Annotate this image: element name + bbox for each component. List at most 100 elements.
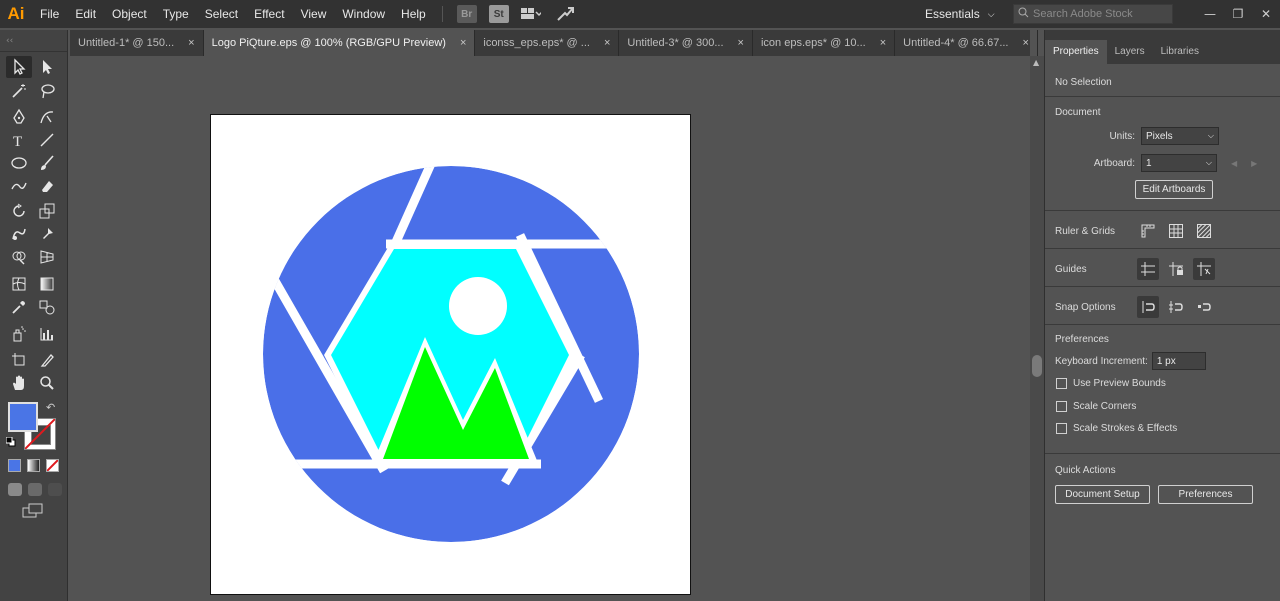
puppet-warp-tool-icon[interactable] bbox=[34, 223, 60, 245]
scroll-up-icon[interactable]: ▲ bbox=[1033, 58, 1039, 67]
document-setup-button[interactable]: Document Setup bbox=[1055, 485, 1150, 504]
eraser-tool-icon[interactable] bbox=[34, 175, 60, 197]
tab-icon-eps[interactable]: icon eps.eps* @ 10... × bbox=[753, 30, 896, 56]
canvas-area[interactable] bbox=[70, 56, 1030, 601]
scale-tool-icon[interactable] bbox=[34, 200, 60, 222]
units-select[interactable]: Pixels ⌵ bbox=[1141, 127, 1219, 145]
menu-object[interactable]: Object bbox=[104, 0, 155, 28]
color-mode-icon[interactable] bbox=[8, 459, 21, 472]
draw-normal-icon[interactable] bbox=[8, 483, 22, 496]
show-guides-icon[interactable] bbox=[1137, 258, 1159, 280]
artboard-tool-icon[interactable] bbox=[6, 349, 32, 371]
tab-libraries[interactable]: Libraries bbox=[1153, 40, 1207, 64]
curvature-tool-icon[interactable] bbox=[34, 106, 60, 128]
draw-behind-icon[interactable] bbox=[28, 483, 42, 496]
menu-effect[interactable]: Effect bbox=[246, 0, 292, 28]
zoom-tool-icon[interactable] bbox=[34, 372, 60, 394]
menu-select[interactable]: Select bbox=[197, 0, 246, 28]
tab-logo-piqture[interactable]: Logo PiQture.eps @ 100% (RGB/GPU Preview… bbox=[203, 30, 476, 56]
shaper-tool-icon[interactable] bbox=[6, 175, 32, 197]
close-icon[interactable]: × bbox=[738, 37, 744, 49]
tool-row bbox=[6, 296, 64, 318]
snap-to-point-icon[interactable] bbox=[1137, 296, 1159, 318]
next-artboard-icon[interactable]: ▶ bbox=[1251, 159, 1257, 168]
close-icon[interactable]: × bbox=[188, 37, 194, 49]
magic-wand-tool-icon[interactable] bbox=[6, 80, 32, 102]
preferences-button[interactable]: Preferences bbox=[1158, 485, 1253, 504]
stroke-swatch[interactable] bbox=[24, 418, 56, 450]
change-screen-mode-icon[interactable] bbox=[22, 503, 44, 519]
menu-file[interactable]: File bbox=[32, 0, 67, 28]
menu-edit[interactable]: Edit bbox=[67, 0, 104, 28]
gpu-performance-icon[interactable] bbox=[555, 5, 575, 23]
gradient-mode-icon[interactable] bbox=[27, 459, 40, 472]
menu-help[interactable]: Help bbox=[393, 0, 434, 28]
keyboard-increment-input[interactable]: 1 px bbox=[1151, 352, 1206, 370]
shape-builder-tool-icon[interactable] bbox=[6, 246, 32, 268]
menu-window[interactable]: Window bbox=[334, 0, 393, 28]
use-preview-bounds-checkbox[interactable] bbox=[1056, 378, 1067, 389]
symbol-sprayer-tool-icon[interactable] bbox=[6, 323, 32, 345]
grid-icon[interactable] bbox=[1165, 220, 1187, 242]
eyedropper-tool-icon[interactable] bbox=[6, 296, 32, 318]
close-icon[interactable]: × bbox=[460, 37, 466, 49]
tab-untitled-3[interactable]: Untitled-3* @ 300... × bbox=[619, 30, 753, 56]
tab-iconss-eps[interactable]: iconss_eps.eps* @ ... × bbox=[475, 30, 620, 56]
menu-view[interactable]: View bbox=[293, 0, 335, 28]
selection-tool-icon[interactable] bbox=[6, 56, 32, 78]
line-segment-tool-icon[interactable] bbox=[34, 129, 60, 151]
artboard[interactable] bbox=[210, 114, 691, 595]
tab-layers[interactable]: Layers bbox=[1107, 40, 1153, 64]
transparency-grid-icon[interactable] bbox=[1193, 220, 1215, 242]
close-icon[interactable]: ✕ bbox=[1252, 7, 1280, 21]
perspective-grid-tool-icon[interactable] bbox=[34, 246, 60, 268]
minimize-icon[interactable]: — bbox=[1196, 7, 1224, 21]
tab-untitled-4[interactable]: Untitled-4* @ 66.67... × bbox=[895, 30, 1038, 56]
artboard-select[interactable]: 1 ⌵ bbox=[1141, 154, 1217, 172]
draw-inside-icon[interactable] bbox=[48, 483, 62, 496]
ruler-icon[interactable] bbox=[1137, 220, 1159, 242]
mesh-tool-icon[interactable] bbox=[6, 273, 32, 295]
close-icon[interactable]: × bbox=[604, 37, 610, 49]
lasso-tool-icon[interactable] bbox=[34, 80, 60, 102]
close-icon[interactable]: × bbox=[880, 37, 886, 49]
paintbrush-tool-icon[interactable] bbox=[34, 152, 60, 174]
smart-guides-icon[interactable] bbox=[1193, 258, 1215, 280]
collapse-panel-icon[interactable]: ‹‹ bbox=[0, 30, 67, 52]
warp-tool-icon[interactable] bbox=[6, 223, 32, 245]
search-stock-input[interactable]: Search Adobe Stock bbox=[1013, 4, 1173, 24]
ellipse-tool-icon[interactable] bbox=[6, 152, 32, 174]
snap-to-grid-icon[interactable] bbox=[1165, 296, 1187, 318]
swap-fill-stroke-icon[interactable]: ↶ bbox=[46, 401, 55, 414]
slice-tool-icon[interactable] bbox=[34, 349, 60, 371]
hand-tool-icon[interactable] bbox=[6, 372, 32, 394]
tool-row bbox=[6, 80, 64, 102]
tab-untitled-1[interactable]: Untitled-1* @ 150... × bbox=[70, 30, 204, 56]
default-fill-stroke-icon[interactable] bbox=[5, 436, 16, 447]
vertical-scrollbar[interactable]: ▲ bbox=[1030, 56, 1044, 601]
column-graph-tool-icon[interactable] bbox=[34, 323, 60, 345]
scale-strokes-checkbox[interactable] bbox=[1056, 423, 1067, 434]
bridge-button[interactable]: Br bbox=[456, 5, 477, 23]
arrange-documents-icon[interactable] bbox=[520, 5, 541, 23]
stock-button[interactable]: St bbox=[488, 5, 509, 23]
menu-type[interactable]: Type bbox=[155, 0, 197, 28]
snap-to-pixel-icon[interactable] bbox=[1193, 296, 1215, 318]
workspace-switcher[interactable]: Essentials ⌵ bbox=[925, 0, 995, 28]
rotate-tool-icon[interactable] bbox=[6, 200, 32, 222]
lock-guides-icon[interactable] bbox=[1165, 258, 1187, 280]
scale-corners-checkbox[interactable] bbox=[1056, 401, 1067, 412]
tab-properties[interactable]: Properties bbox=[1045, 40, 1107, 64]
logo-artwork[interactable] bbox=[211, 115, 692, 596]
scroll-thumb[interactable] bbox=[1032, 355, 1042, 377]
blend-tool-icon[interactable] bbox=[34, 296, 60, 318]
gradient-tool-icon[interactable] bbox=[34, 273, 60, 295]
direct-selection-tool-icon[interactable] bbox=[34, 56, 60, 78]
previous-artboard-icon[interactable]: ◀ bbox=[1231, 159, 1237, 168]
restore-icon[interactable]: ❐ bbox=[1224, 7, 1252, 21]
edit-artboards-button[interactable]: Edit Artboards bbox=[1135, 180, 1213, 199]
close-icon[interactable]: × bbox=[1023, 37, 1029, 49]
none-mode-icon[interactable] bbox=[46, 459, 59, 472]
pen-tool-icon[interactable] bbox=[6, 106, 32, 128]
type-tool-icon[interactable]: T bbox=[6, 129, 32, 151]
